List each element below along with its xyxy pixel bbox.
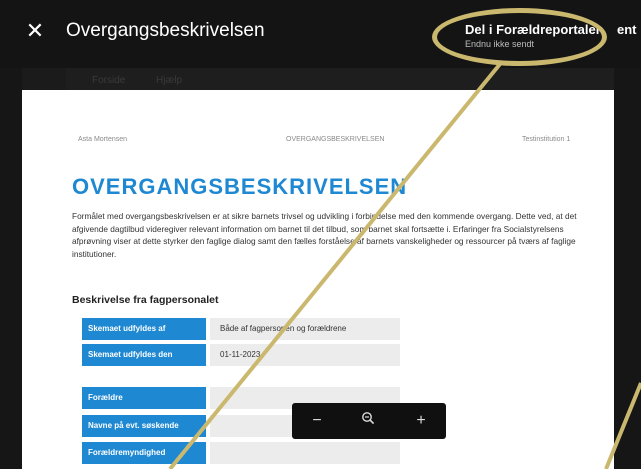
annotation-lines: [168, 62, 641, 469]
